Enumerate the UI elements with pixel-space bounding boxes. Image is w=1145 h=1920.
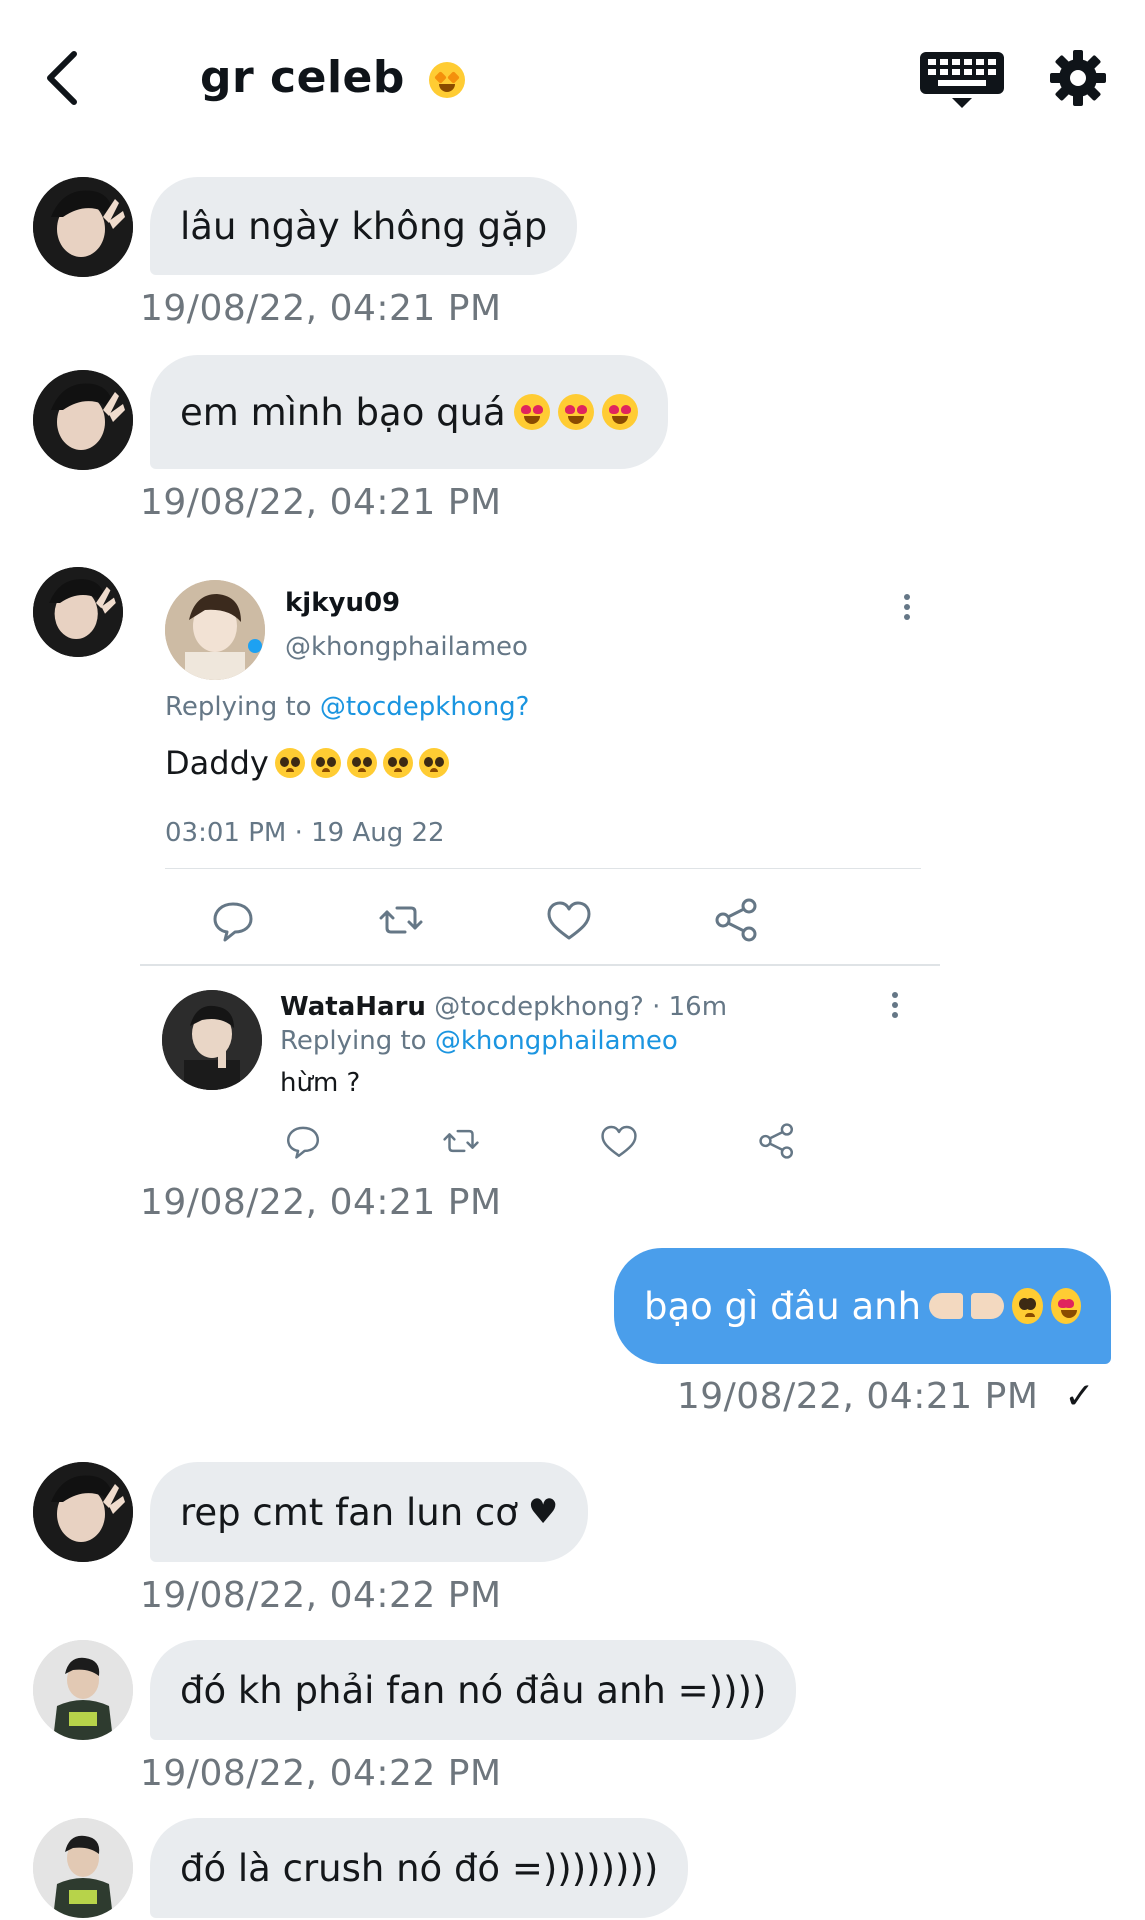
reply-author-photo xyxy=(162,990,262,1090)
avatar-photo xyxy=(33,1818,133,1918)
more-options-button[interactable] xyxy=(880,990,910,1020)
read-check-icon: ✓ xyxy=(1064,1376,1095,1417)
heart-eyes-emoji-icon xyxy=(513,394,550,430)
reply-author-avatar[interactable] xyxy=(162,990,262,1090)
share-icon xyxy=(715,898,757,942)
tweet-action-bar xyxy=(165,892,921,948)
avatar-photo xyxy=(33,567,123,657)
pleading-face-emoji-icon xyxy=(310,748,341,778)
message-text: rep cmt fan lun cơ xyxy=(180,1490,518,1534)
gear-icon xyxy=(1050,50,1106,106)
message-timestamp-text: 19/08/22, 04:21 PM xyxy=(676,1376,1039,1417)
comment-icon xyxy=(213,902,253,942)
heart-eyes-emoji-icon xyxy=(1050,1288,1081,1324)
retweet-button[interactable] xyxy=(373,892,429,948)
like-button[interactable] xyxy=(596,1118,642,1164)
share-button[interactable] xyxy=(709,892,765,948)
reply-action-bar xyxy=(280,1118,880,1164)
heart-eyes-emoji-icon xyxy=(601,394,638,430)
tweet-timestamp: 03:01 PM · 19 Aug 22 xyxy=(165,818,445,848)
tweet-author-photo xyxy=(165,580,265,680)
message-timestamp: 19/08/22, 04:21 PM ✓ xyxy=(677,1376,1095,1417)
message-bubble[interactable]: đó kh phải fan nó đâu anh =)))) xyxy=(150,1640,797,1740)
pleading-face-emoji-icon xyxy=(346,748,377,778)
shared-tweet-card[interactable]: kjkyu09 @khongphailameo Replying to @toc… xyxy=(140,570,960,1198)
message-bubble-outgoing[interactable]: bạo gì đâu anh xyxy=(614,1248,1111,1364)
pleading-face-emoji-icon xyxy=(382,748,413,778)
back-button[interactable] xyxy=(40,48,90,108)
keyboard-icon xyxy=(920,52,1004,108)
avatar[interactable] xyxy=(33,370,133,470)
message-timestamp: 19/08/22, 04:22 PM xyxy=(140,1575,502,1616)
message-text: lâu ngày không gặp xyxy=(180,204,548,248)
message-text: em mình bạo quá xyxy=(180,390,506,434)
retweet-button[interactable] xyxy=(438,1118,484,1164)
chat-title: gr celeb xyxy=(200,52,465,103)
tweet-author-name[interactable]: kjkyu09 xyxy=(285,588,400,618)
message-text: đó là crush nó đó =)))))))) xyxy=(180,1846,659,1890)
keyboard-button[interactable] xyxy=(914,48,1010,112)
avatar[interactable] xyxy=(33,177,133,277)
message-timestamp: 19/08/22, 04:21 PM xyxy=(140,288,502,329)
black-heart-icon: ♥ xyxy=(527,1492,559,1532)
replying-to-label: Replying to xyxy=(280,1026,427,1056)
tweet-text-content: Daddy xyxy=(165,744,269,782)
chevron-left-icon xyxy=(47,51,77,105)
avatar[interactable] xyxy=(33,1640,133,1740)
share-button[interactable] xyxy=(754,1118,800,1164)
message-bubble[interactable]: rep cmt fan lun cơ ♥ xyxy=(150,1462,589,1562)
replying-to-line: Replying to @tocdepkhong? xyxy=(165,692,529,722)
heart-eyes-emoji-icon xyxy=(557,394,594,430)
message-bubble[interactable]: em mình bạo quá xyxy=(150,355,668,469)
more-options-button[interactable] xyxy=(892,592,922,622)
chat-header: gr celeb xyxy=(0,0,1145,160)
message-timestamp: 19/08/22, 04:21 PM xyxy=(140,482,502,523)
heart-icon xyxy=(547,901,591,940)
reply-header: WataHaru @tocdepkhong? · 16m xyxy=(280,992,727,1022)
reply-meta: @tocdepkhong? · 16m xyxy=(434,992,728,1022)
pleading-face-emoji-icon xyxy=(274,748,305,778)
message-timestamp: 19/08/22, 04:22 PM xyxy=(140,1753,502,1794)
avatar[interactable] xyxy=(33,1462,133,1562)
vertical-dots-icon xyxy=(892,992,898,1018)
message-text: đó kh phải fan nó đâu anh =)))) xyxy=(180,1668,767,1712)
heart-icon xyxy=(601,1125,637,1158)
tweet-author-handle[interactable]: @khongphailameo xyxy=(285,632,528,662)
avatar-photo xyxy=(33,1462,133,1562)
avatar-photo xyxy=(33,1640,133,1740)
tweet-text: Daddy xyxy=(165,744,449,782)
vertical-dots-icon xyxy=(904,594,910,620)
reply-button[interactable] xyxy=(280,1118,326,1164)
message-bubble[interactable]: lâu ngày không gặp xyxy=(150,177,578,275)
star-struck-emoji-icon xyxy=(428,62,465,98)
retweet-icon xyxy=(443,1129,479,1153)
message-bubble[interactable]: đó là crush nó đó =)))))))) xyxy=(150,1818,689,1918)
replying-to-line: Replying to @khongphailameo xyxy=(280,1026,678,1056)
retweet-icon xyxy=(379,906,423,934)
avatar-photo xyxy=(33,370,133,470)
tweet-author-avatar[interactable] xyxy=(165,580,265,680)
mention-link[interactable]: @khongphailameo xyxy=(435,1026,678,1056)
reply-author-name[interactable]: WataHaru xyxy=(280,992,426,1022)
share-icon xyxy=(759,1123,794,1159)
divider xyxy=(140,964,940,966)
settings-button[interactable] xyxy=(1048,48,1108,108)
message-timestamp: 19/08/22, 04:21 PM xyxy=(140,1182,502,1223)
reply-text: hừm ? xyxy=(280,1068,361,1098)
avatar-photo xyxy=(33,177,133,277)
pleading-face-emoji-icon xyxy=(418,748,449,778)
replying-to-label: Replying to xyxy=(165,692,312,722)
pointing-right-emoji-icon xyxy=(929,1293,963,1319)
like-button[interactable] xyxy=(541,892,597,948)
message-text: bạo gì đâu anh xyxy=(644,1284,922,1328)
pleading-face-emoji-icon xyxy=(1012,1288,1043,1324)
chat-title-text: gr celeb xyxy=(200,52,405,103)
comment-icon xyxy=(286,1126,320,1159)
divider xyxy=(165,868,921,869)
avatar[interactable] xyxy=(33,1818,133,1918)
avatar[interactable] xyxy=(33,567,123,657)
reply-button[interactable] xyxy=(205,892,261,948)
pointing-left-emoji-icon xyxy=(970,1293,1005,1319)
mention-link[interactable]: @tocdepkhong? xyxy=(320,692,530,722)
